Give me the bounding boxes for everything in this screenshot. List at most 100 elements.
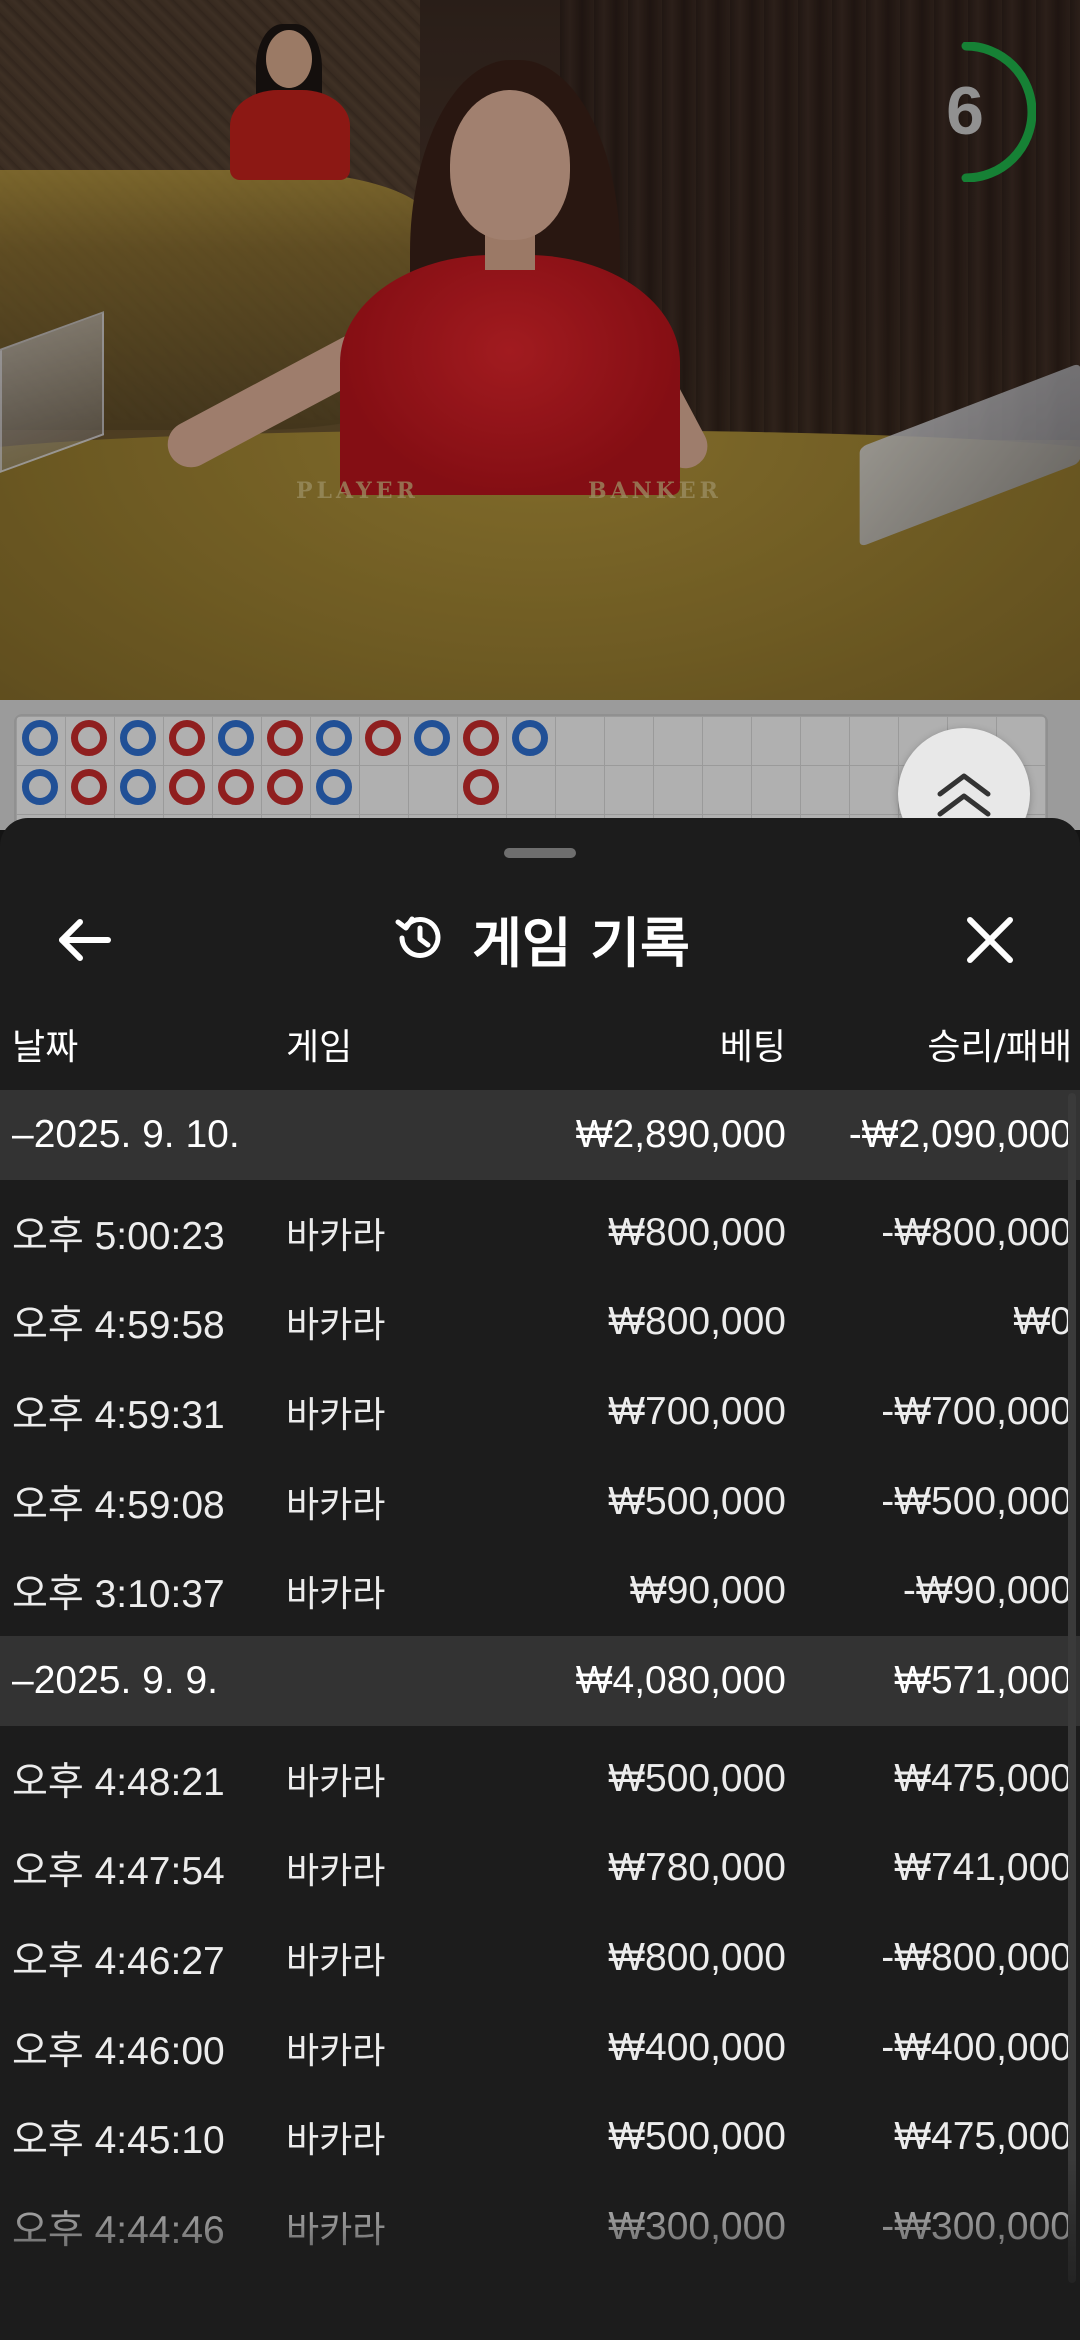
felt-label-player: PLAYER: [296, 478, 419, 504]
group-bet-total: ₩4,080,000: [575, 1658, 786, 1702]
history-row[interactable]: 오후 4:48:21 바카라 ₩500,000 ₩475,000: [0, 1734, 1080, 1824]
row-bet: ₩780,000: [608, 1846, 786, 1890]
history-row[interactable]: 오후 4:59:58 바카라 ₩800,000 ₩0: [0, 1278, 1080, 1368]
row-result: -₩700,000: [881, 1389, 1072, 1433]
close-icon: [967, 917, 1013, 963]
row-result: -₩800,000: [881, 1935, 1072, 1979]
double-chevron-up-icon: [937, 773, 991, 817]
row-bet: ₩300,000: [608, 2204, 786, 2248]
countdown-number: 6: [946, 73, 984, 149]
date-group-header[interactable]: –2025. 9. 9. ₩4,080,000 ₩571,000: [0, 1635, 1080, 1726]
bead-banker: [463, 720, 499, 756]
row-time: 오후 4:46:00: [12, 2029, 225, 2073]
history-row[interactable]: 오후 4:47:54 바카라 ₩780,000 ₩741,000: [0, 1824, 1080, 1914]
row-result: -₩400,000: [881, 2025, 1072, 2069]
bead-player: [22, 769, 58, 805]
row-game: 바카라: [286, 1761, 386, 1803]
row-result: -₩90,000: [902, 1569, 1072, 1613]
group-result-total: ₩571,000: [894, 1658, 1072, 1702]
row-bet: ₩700,000: [608, 1389, 786, 1433]
row-game: 바카라: [286, 2209, 386, 2251]
row-bet: ₩500,000: [608, 2115, 786, 2159]
bead-banker: [71, 720, 107, 756]
bead-player: [218, 720, 254, 756]
history-row[interactable]: 오후 4:59:31 바카라 ₩700,000 -₩700,000: [0, 1367, 1080, 1457]
game-history-sheet: 게임 기록 날짜 게임 베팅 승리/패배 –2025. 9. 10. ₩2,89…: [0, 818, 1080, 2340]
bead-banker: [169, 720, 205, 756]
row-bet: ₩90,000: [629, 1569, 786, 1613]
bead-player: [120, 769, 156, 805]
row-time: 오후 4:48:21: [12, 1760, 225, 1804]
bead-banker: [267, 769, 303, 805]
bead-banker: [267, 720, 303, 756]
sheet-header: 게임 기록: [0, 878, 1080, 998]
bead-banker: [218, 769, 254, 805]
column-header-date: 날짜: [12, 1027, 79, 1068]
history-list[interactable]: –2025. 9. 10. ₩2,890,000 -₩2,090,000 오후 …: [0, 1090, 1080, 2272]
row-bet: ₩400,000: [608, 2025, 786, 2069]
row-bet: ₩800,000: [608, 1935, 786, 1979]
bead-banker: [169, 769, 205, 805]
dealer: [159, 50, 780, 510]
column-header-bet: 베팅: [719, 1027, 786, 1068]
row-time: 오후 3:10:37: [12, 1573, 225, 1617]
close-button[interactable]: [952, 902, 1028, 978]
bead-player: [316, 720, 352, 756]
row-result: -₩800,000: [881, 1210, 1072, 1254]
row-game: 바카라: [286, 1574, 386, 1616]
history-row[interactable]: 오후 3:10:37 바카라 ₩90,000 -₩90,000: [0, 1546, 1080, 1636]
felt-label-banker: BANKER: [588, 478, 722, 504]
row-game: 바카라: [286, 1394, 386, 1436]
history-row[interactable]: 오후 5:00:23 바카라 ₩800,000 -₩800,000: [0, 1188, 1080, 1278]
row-time: 오후 4:59:31: [12, 1393, 225, 1437]
back-button[interactable]: [48, 902, 124, 978]
group-result-total: -₩2,090,000: [848, 1113, 1072, 1156]
group-bet-total: ₩2,890,000: [575, 1113, 786, 1156]
arrow-left-icon: [59, 919, 111, 961]
row-time: 오후 4:47:54: [12, 1850, 225, 1894]
history-row[interactable]: 오후 4:46:27 바카라 ₩800,000 -₩800,000: [0, 1913, 1080, 2003]
bead-player: [120, 720, 156, 756]
row-game: 바카라: [286, 2030, 386, 2072]
live-video: PLAYER BANKER 6: [0, 0, 1080, 700]
history-row[interactable]: 오후 4:44:46 바카라 ₩300,000 -₩300,000: [0, 2182, 1080, 2272]
row-game: 바카라: [286, 2120, 386, 2162]
row-game: 바카라: [286, 1305, 386, 1347]
bead-banker: [71, 769, 107, 805]
row-result: ₩741,000: [894, 1846, 1072, 1890]
row-result: -₩500,000: [881, 1479, 1072, 1523]
row-time: 오후 4:46:27: [12, 1939, 225, 1983]
row-bet: ₩800,000: [608, 1300, 786, 1344]
sheet-title: 게임 기록: [472, 911, 690, 975]
bead-banker: [463, 769, 499, 805]
row-time: 오후 4:44:46: [12, 2208, 225, 2252]
row-result: ₩0: [1013, 1300, 1073, 1344]
history-row[interactable]: 오후 4:45:10 바카라 ₩500,000 ₩475,000: [0, 2092, 1080, 2182]
list-scrollbar[interactable]: [1068, 1093, 1076, 2283]
history-icon: [395, 916, 441, 958]
row-time: 오후 4:59:58: [12, 1304, 225, 1348]
row-game: 바카라: [286, 1940, 386, 1982]
bead-player: [414, 720, 450, 756]
column-header-result: 승리/패배: [927, 1027, 1072, 1068]
countdown-timer: 6: [920, 41, 1037, 183]
row-time: 오후 4:59:08: [12, 1483, 225, 1527]
drag-handle[interactable]: [504, 848, 576, 858]
bead-banker: [365, 720, 401, 756]
row-bet: ₩500,000: [608, 1479, 786, 1523]
row-game: 바카라: [286, 1215, 386, 1257]
group-date: –2025. 9. 10.: [12, 1113, 240, 1156]
column-header-game: 게임: [286, 1027, 353, 1068]
row-time: 오후 4:45:10: [12, 2119, 225, 2163]
date-group-header[interactable]: –2025. 9. 10. ₩2,890,000 -₩2,090,000: [0, 1090, 1080, 1180]
bead-player: [22, 720, 58, 756]
history-row[interactable]: 오후 4:59:08 바카라 ₩500,000 -₩500,000: [0, 1457, 1080, 1547]
row-result: ₩475,000: [894, 1756, 1072, 1800]
group-date: –2025. 9. 9.: [12, 1658, 219, 1702]
row-time: 오후 5:00:23: [12, 1214, 225, 1258]
row-bet: ₩500,000: [608, 1756, 786, 1800]
history-row[interactable]: 오후 4:46:00 바카라 ₩400,000 -₩400,000: [0, 2003, 1080, 2093]
row-game: 바카라: [286, 1484, 386, 1526]
row-result: -₩300,000: [881, 2204, 1072, 2248]
bead-player: [512, 720, 548, 756]
